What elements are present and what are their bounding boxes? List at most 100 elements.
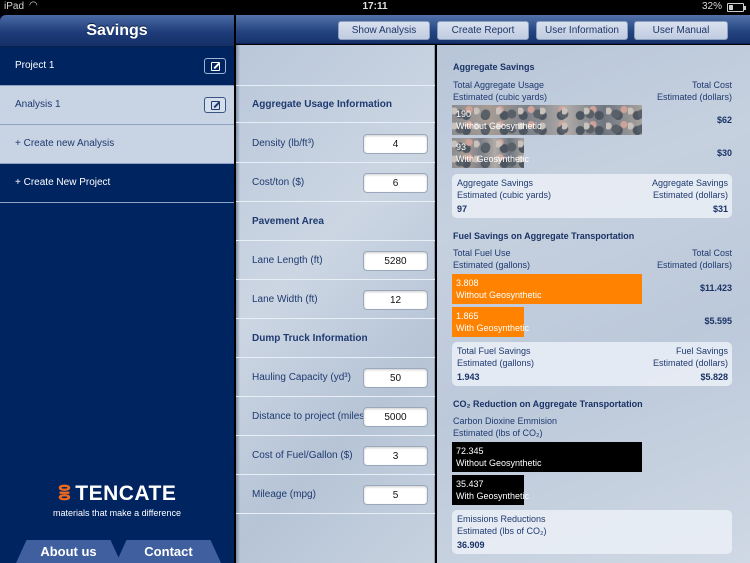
col-head-line: Total Cost xyxy=(691,248,732,258)
logo-tagline: materials that make a difference xyxy=(53,508,181,518)
create-new-project[interactable]: + Create New Project xyxy=(0,164,234,203)
field-label: Distance to project (miles) xyxy=(252,411,368,422)
bar-value: 93 xyxy=(456,142,467,152)
sidebar-item-label: + Create new Analysis xyxy=(15,138,115,149)
col-head-line: Estimated (cubic yards) xyxy=(453,92,548,102)
aggregate-bar-with: 93 With Geosynthetic xyxy=(452,138,530,168)
lane-width-input[interactable] xyxy=(363,290,428,310)
col-head-line: Estimated (lbs of CO₂) xyxy=(453,428,543,438)
aggregate-savings-dollars: $31 xyxy=(712,204,728,214)
aggregate-savings-title: Aggregate Savings xyxy=(453,62,535,72)
input-panel: Aggregate Usage Information Density (lb/… xyxy=(236,45,435,563)
field-label: Cost of Fuel/Gallon ($) xyxy=(252,450,353,461)
sidebar-item-label: Project 1 xyxy=(15,60,55,71)
user-information-button[interactable]: User Information xyxy=(536,21,628,40)
sidebar-item-project-1[interactable]: Project 1 xyxy=(0,47,234,86)
bar-label: Without Geosynthetic xyxy=(456,290,542,300)
sidebar-title: Savings xyxy=(0,15,234,47)
summary-left-head: Aggregate Savings Estimated (cubic yards) xyxy=(457,178,552,200)
results-panel: Aggregate Savings Total Aggregate Usage … xyxy=(437,45,750,563)
bar-value: 3.808 xyxy=(456,278,479,288)
sidebar-item-analysis-1[interactable]: Analysis 1 xyxy=(0,86,234,125)
fuel-bar-with: 1.865 With Geosynthetic xyxy=(452,307,530,337)
co2-left-head: Carbon Dioxine Emmision Estimated (lbs o… xyxy=(453,415,557,439)
edit-project-button[interactable] xyxy=(204,58,226,74)
field-label: Hauling Capacity (yd³) xyxy=(252,372,351,383)
col-head-line: Carbon Dioxine Emmision xyxy=(453,416,558,426)
edit-icon xyxy=(210,61,220,71)
cost-ton-input[interactable] xyxy=(363,173,428,193)
distance-input[interactable] xyxy=(363,407,428,427)
aggregate-bar-without: 190 Without Geosynthetic xyxy=(452,105,642,135)
fuel-cost-with: $5.595 xyxy=(704,316,732,326)
bar-label: Without Geosynthetic xyxy=(456,458,542,468)
col-head-line: Total Cost xyxy=(691,80,732,90)
aggregate-summary: Aggregate Savings Estimated (cubic yards)… xyxy=(452,174,732,218)
tencate-logo-icon: ⴻ xyxy=(57,483,72,505)
bar-label: With Geosynthetic xyxy=(456,491,530,501)
field-row-mileage: Mileage (mpg) xyxy=(236,476,435,514)
tab-contact[interactable]: Contact xyxy=(116,540,221,563)
fuel-cost-input[interactable] xyxy=(363,446,428,466)
fuel-savings-dollars: $5.828 xyxy=(700,372,728,382)
field-label: Cost/ton ($) xyxy=(252,177,305,188)
emissions-reduction-value: 36.909 xyxy=(457,540,485,550)
sidebar-tabs: About us Contact xyxy=(0,540,234,563)
create-report-button[interactable]: Create Report xyxy=(437,21,529,40)
fuel-savings-title: Fuel Savings on Aggregate Transportation xyxy=(453,231,635,241)
edit-icon xyxy=(210,100,220,110)
show-analysis-button[interactable]: Show Analysis xyxy=(338,21,430,40)
tencate-logo: ⴻ TENCATE materials that make a differen… xyxy=(0,483,234,519)
bar-value: 72.345 xyxy=(456,446,484,456)
aggregate-savings-volume: 97 xyxy=(457,204,468,214)
col-head-line: Estimated (dollars) xyxy=(656,92,732,102)
battery-percent: 32% xyxy=(701,1,722,12)
sidebar-item-label: + Create New Project xyxy=(15,177,111,188)
user-manual-button[interactable]: User Manual xyxy=(634,21,728,40)
aggregate-right-head: Total Cost Estimated (dollars) xyxy=(657,79,732,103)
aggregate-left-head: Total Aggregate Usage Estimated (cubic y… xyxy=(453,79,547,103)
bar-value: 1.865 xyxy=(456,311,479,321)
field-row-distance: Distance to project (miles) xyxy=(236,398,435,436)
status-bar: iPad ◠ 17:11 32% xyxy=(0,0,750,15)
co2-bar-with: 35.437 With Geosynthetic xyxy=(452,475,530,505)
co2-summary: Emissions Reductions Estimated (lbs of CO… xyxy=(452,510,732,554)
fuel-left-head: Total Fuel Use Estimated (gallons) xyxy=(453,247,530,271)
bar-label: Without Geosynthetic xyxy=(456,121,542,131)
hauling-capacity-input[interactable] xyxy=(363,368,428,388)
summary-left-head: Total Fuel Savings Estimated (gallons) xyxy=(457,346,535,368)
bar-value: 35.437 xyxy=(456,479,484,489)
lane-length-input[interactable] xyxy=(363,251,428,271)
field-row-lane-width: Lane Width (ft) xyxy=(236,281,435,319)
field-label: Mileage (mpg) xyxy=(252,489,316,500)
bar-label: With Geosynthetic xyxy=(456,154,530,164)
mileage-input[interactable] xyxy=(363,485,428,505)
section-header: Pavement Area xyxy=(252,216,324,227)
battery-icon xyxy=(727,3,746,12)
density-input[interactable] xyxy=(363,134,428,154)
fuel-savings-gallons: 1.943 xyxy=(457,372,480,382)
field-label: Lane Length (ft) xyxy=(252,255,323,266)
col-head-line: Total Aggregate Usage xyxy=(453,80,545,90)
summary-left-head: Emissions Reductions Estimated (lbs of CO… xyxy=(457,514,547,536)
col-head-line: Estimated (dollars) xyxy=(656,260,732,270)
section-header-row: Aggregate Usage Information xyxy=(236,85,435,123)
section-header-row: Dump Truck Information xyxy=(236,320,435,358)
field-row-fuel-cost: Cost of Fuel/Gallon ($) xyxy=(236,437,435,475)
fuel-bar-without: 3.808 Without Geosynthetic xyxy=(452,274,642,304)
field-row-lane-length: Lane Length (ft) xyxy=(236,242,435,280)
field-label: Lane Width (ft) xyxy=(252,294,318,305)
create-new-analysis[interactable]: + Create new Analysis xyxy=(0,125,234,164)
edit-analysis-button[interactable] xyxy=(204,97,226,113)
col-head-line: Estimated (gallons) xyxy=(453,260,531,270)
toolbar: Show Analysis Create Report User Informa… xyxy=(236,15,750,44)
aggregate-cost-with: $30 xyxy=(716,148,732,158)
summary-right-head: Fuel Savings Estimated (dollars) xyxy=(652,346,728,368)
field-row-cost-ton: Cost/ton ($) xyxy=(236,164,435,202)
bar-label: With Geosynthetic xyxy=(456,323,530,333)
field-row-hauling-capacity: Hauling Capacity (yd³) xyxy=(236,359,435,397)
field-label: Density (lb/ft³) xyxy=(252,138,315,149)
aggregate-cost-without: $62 xyxy=(716,115,732,125)
fuel-cost-without: $11.423 xyxy=(699,283,732,293)
tab-about-us[interactable]: About us xyxy=(16,540,121,563)
